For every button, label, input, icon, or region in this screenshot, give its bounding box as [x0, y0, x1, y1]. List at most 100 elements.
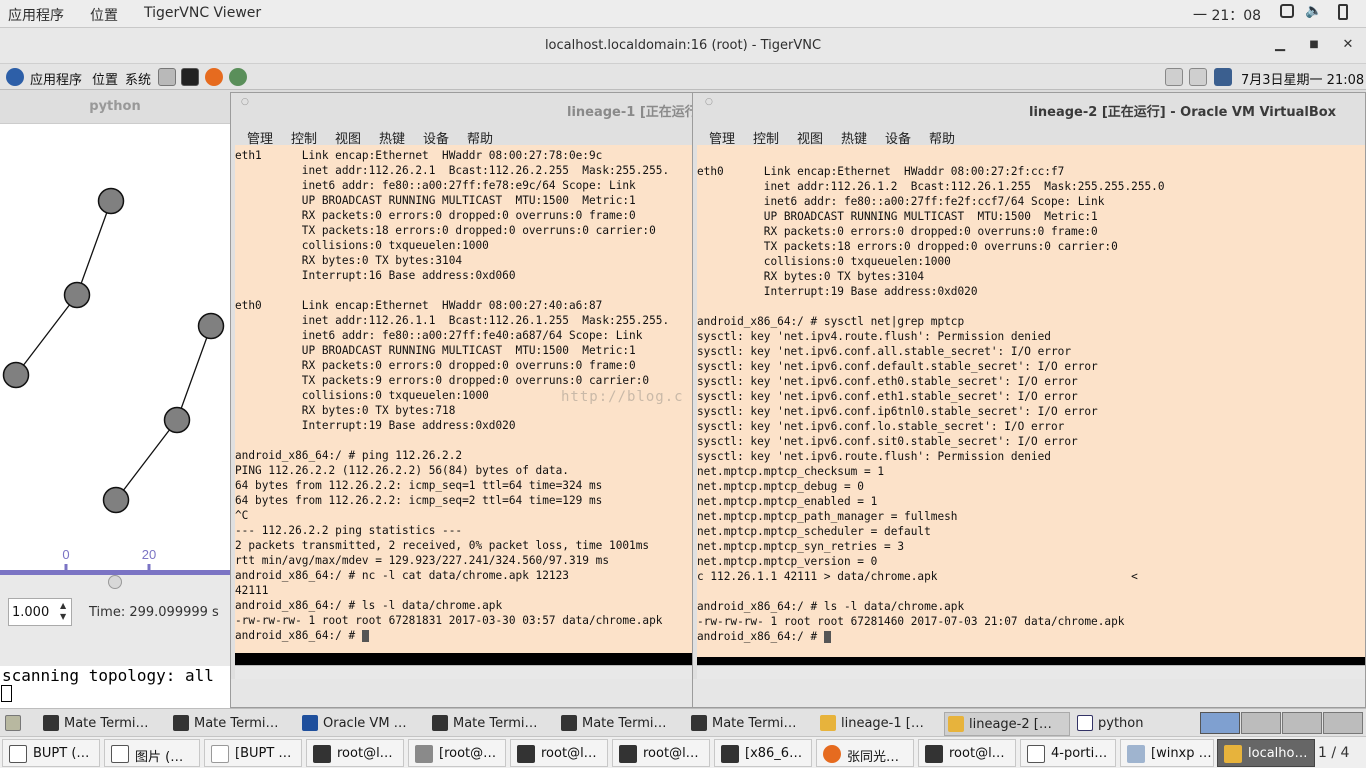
task-item[interactable]: Mate Termi…: [40, 712, 160, 736]
window-menu-icon[interactable]: ○: [705, 97, 713, 107]
places-menu[interactable]: 位置: [90, 5, 118, 25]
terminal-line: net.mptcp.mptcp_version = 0: [697, 555, 878, 568]
task-item[interactable]: lineage-1 […: [817, 712, 937, 736]
lineage-2-hscrollbar[interactable]: [697, 665, 1365, 679]
timeline-slider-handle[interactable]: [108, 575, 122, 589]
files-icon[interactable]: [158, 68, 176, 86]
task-item[interactable]: 张同光…: [816, 739, 914, 767]
show-desktop-button[interactable]: [2, 712, 24, 736]
terminal-line: collisions:0 txqueuelen:1000: [235, 239, 489, 252]
task-item[interactable]: [x86_6…: [714, 739, 812, 767]
terminal-icon: [43, 715, 59, 731]
task-item[interactable]: python: [1074, 712, 1194, 736]
lineage-1-hscrollbar[interactable]: [235, 665, 692, 679]
lineage-2-terminal[interactable]: eth0 Link encap:Ethernet HWaddr 08:00:27…: [697, 145, 1365, 657]
terminal-line: --- 112.26.2.2 ping statistics ---: [235, 524, 463, 537]
terminal-line: sysctl: key 'net.ipv4.route.flush': Perm…: [697, 330, 1051, 343]
terminal-line: net.mptcp.mptcp_syn_retries = 3: [697, 540, 905, 553]
lineage-1-title[interactable]: lineage-1 [正在运行]: [231, 93, 692, 123]
graph-node[interactable]: [163, 406, 191, 434]
mate-applications-menu[interactable]: 应用程序: [30, 69, 82, 88]
graph-node[interactable]: [102, 486, 130, 514]
time-label: Time: 299.099999 s: [89, 605, 219, 620]
document-icon: [9, 745, 27, 763]
vm-icon: [820, 715, 836, 731]
terminal-line: 2 packets transmitted, 2 received, 0% pa…: [235, 539, 650, 552]
mate-places-menu[interactable]: 位置: [92, 69, 118, 88]
task-item[interactable]: [root@…: [408, 739, 506, 767]
graph-node[interactable]: [63, 281, 91, 309]
lineage-2-title[interactable]: lineage-2 [正在运行] - Oracle VM VirtualBox: [693, 93, 1365, 123]
terminal-line: c 112.26.1.1 42111 > data/chrome.apk <: [697, 570, 1138, 583]
firefox-icon[interactable]: [205, 68, 223, 86]
lineage-2-menubar: 管理 控制 视图 热键 设备 帮助: [693, 123, 1365, 147]
network-icon[interactable]: [1214, 68, 1232, 86]
terminal-line: net.mptcp.mptcp_scheduler = default: [697, 525, 931, 538]
editor-icon: [1027, 745, 1045, 763]
network-tool-icon[interactable]: [229, 68, 247, 86]
workspace-1[interactable]: [1200, 712, 1240, 734]
task-item-active[interactable]: localho…: [1217, 739, 1315, 767]
task-item[interactable]: root@l…: [306, 739, 404, 767]
clock[interactable]: 一 21：08: [1193, 5, 1261, 25]
keyboard-icon[interactable]: [1165, 68, 1183, 86]
graph-edge: [115, 419, 178, 501]
topology-canvas: 0 20: [0, 124, 230, 570]
terminal-line: RX packets:0 errors:0 dropped:0 overruns…: [235, 359, 636, 372]
spinbox-arrows-icon[interactable]: ▲ ▼: [60, 600, 66, 622]
display-icon[interactable]: [1280, 4, 1294, 18]
task-item[interactable]: BUPT (…: [2, 739, 100, 767]
virtualbox-icon: [1127, 745, 1145, 763]
task-item[interactable]: root@l…: [510, 739, 608, 767]
task-item[interactable]: 4-porti…: [1020, 739, 1116, 767]
terminal-line: rtt min/avg/max/mdev = 129.923/227.241/3…: [235, 554, 610, 567]
terminal-line: Interrupt:19 Base address:0xd020: [697, 285, 978, 298]
terminal-line: UP BROADCAST RUNNING MULTICAST MTU:1500 …: [697, 210, 1098, 223]
vnc-titlebar[interactable]: localhost.localdomain:16 (root) - TigerV…: [0, 28, 1366, 64]
applications-menu[interactable]: 应用程序: [8, 5, 64, 25]
task-item[interactable]: Mate Termi…: [688, 712, 808, 736]
vm-icon: [948, 716, 964, 732]
workspace-indicator[interactable]: 1 / 4: [1318, 745, 1349, 761]
volume-panel-icon[interactable]: [1189, 68, 1207, 86]
terminal-line: RX packets:0 errors:0 dropped:0 overruns…: [697, 225, 1098, 238]
task-item[interactable]: Mate Termi…: [558, 712, 678, 736]
workspace-2[interactable]: [1241, 712, 1281, 734]
terminal-line: sysctl: key 'net.ipv6.conf.eth0.stable_s…: [697, 375, 1078, 388]
close-icon[interactable]: ✕: [1338, 37, 1358, 52]
mate-datetime[interactable]: 7月3日星期一 21:08: [1241, 69, 1364, 88]
terminal-line: collisions:0 txqueuelen:1000: [697, 255, 951, 268]
terminal-line: android_x86_64:/ # ls -l data/chrome.apk: [235, 599, 503, 612]
graph-node[interactable]: [197, 312, 225, 340]
active-app-name[interactable]: TigerVNC Viewer: [144, 5, 261, 21]
graph-node[interactable]: [2, 361, 30, 389]
task-item[interactable]: root@l…: [918, 739, 1016, 767]
task-item[interactable]: [winxp …: [1120, 739, 1214, 767]
volume-icon[interactable]: 🔈: [1305, 3, 1322, 19]
battery-icon[interactable]: [1338, 4, 1348, 20]
terminal-line: TX packets:18 errors:0 dropped:0 overrun…: [697, 240, 1118, 253]
workspace-4[interactable]: [1323, 712, 1363, 734]
workspace-3[interactable]: [1282, 712, 1322, 734]
task-item[interactable]: Mate Termi…: [429, 712, 549, 736]
terminal-icon: [925, 745, 943, 763]
task-item-active[interactable]: lineage-2 […: [944, 712, 1070, 736]
python-window-title[interactable]: python: [0, 90, 230, 124]
terminal-line: inet addr:112.26.1.1 Bcast:112.26.1.255 …: [235, 314, 670, 327]
fedora-icon[interactable]: [6, 68, 24, 86]
task-item[interactable]: Oracle VM …: [299, 712, 419, 736]
window-menu-icon[interactable]: ○: [241, 97, 249, 107]
task-item[interactable]: root@l…: [612, 739, 710, 767]
graph-node[interactable]: [97, 187, 125, 215]
python-controls: 1.000 ▲ ▼ Time: 299.099999 s: [0, 570, 230, 666]
minimize-icon[interactable]: ▁: [1270, 37, 1290, 52]
mate-system-menu[interactable]: 系统: [125, 69, 151, 88]
task-item[interactable]: [BUPT …: [204, 739, 302, 767]
task-item[interactable]: Mate Termi…: [170, 712, 290, 736]
terminal-icon[interactable]: [181, 68, 199, 86]
task-item[interactable]: 图片 (…: [104, 739, 200, 767]
maximize-icon[interactable]: ■: [1304, 39, 1324, 50]
desktop-icon: [5, 715, 21, 731]
terminal-line: 42111: [235, 584, 269, 597]
